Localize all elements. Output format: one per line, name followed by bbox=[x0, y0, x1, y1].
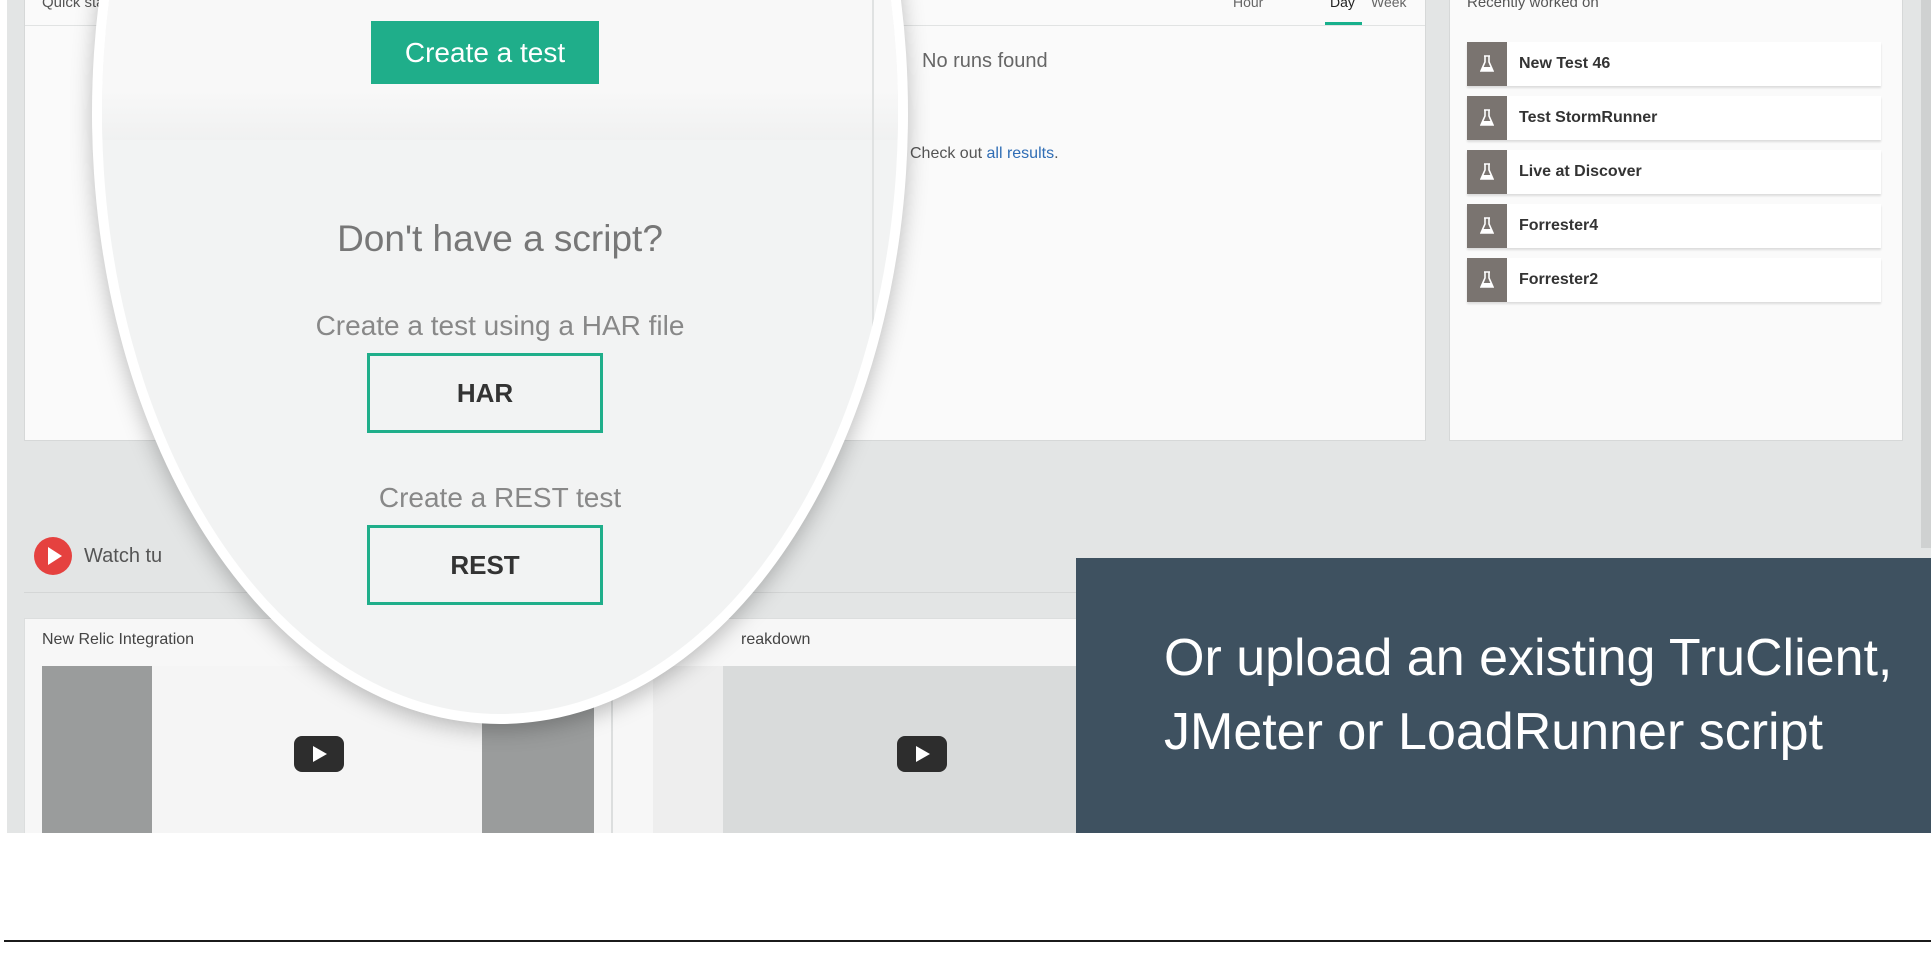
slide-bottom-rule bbox=[4, 940, 1931, 942]
play-circle-icon[interactable] bbox=[34, 537, 72, 575]
flask-icon bbox=[1467, 204, 1507, 248]
lens-panel-edge bbox=[872, 0, 874, 420]
tutorial-card-title: reakdown bbox=[741, 631, 811, 648]
flask-icon bbox=[1467, 42, 1507, 86]
watch-tutorials-link[interactable]: Watch tu bbox=[84, 545, 162, 568]
active-range-indicator bbox=[1325, 22, 1362, 25]
dont-have-script-heading: Don't have a script? bbox=[337, 218, 663, 259]
recent-item-label: New Test 46 bbox=[1519, 55, 1611, 72]
callout-line-1: Or upload an existing TruClient, bbox=[1164, 629, 1893, 687]
check-out-text: Check out all results. bbox=[910, 145, 1059, 163]
recent-item-new-test-46[interactable]: New Test 46 bbox=[1467, 42, 1881, 86]
rest-button[interactable]: REST bbox=[367, 525, 603, 605]
har-caption: Create a test using a HAR file bbox=[315, 310, 685, 341]
all-results-link[interactable]: all results bbox=[986, 145, 1054, 162]
recently-worked-on-title: Recently worked on bbox=[1467, 0, 1599, 11]
app-screenshot: Quick start Hour Day Week No runs found … bbox=[0, 0, 1931, 833]
har-button[interactable]: HAR bbox=[367, 353, 603, 433]
check-out-suffix: . bbox=[1054, 145, 1059, 162]
youtube-play-icon[interactable] bbox=[294, 736, 344, 772]
thumbnail-sidebar bbox=[653, 666, 723, 833]
recent-item-live-at-discover[interactable]: Live at Discover bbox=[1467, 150, 1881, 194]
recent-item-label: Test StormRunner bbox=[1519, 109, 1658, 126]
create-test-button[interactable]: Create a test bbox=[371, 21, 599, 84]
recent-item-label: Forrester4 bbox=[1519, 217, 1599, 234]
check-out-prefix: Check out bbox=[910, 145, 987, 162]
recent-item-forrester2[interactable]: Forrester2 bbox=[1467, 258, 1881, 302]
recently-worked-on-panel: Recently worked on New Test 46 Test Stor… bbox=[1449, 0, 1903, 441]
recent-item-forrester4[interactable]: Forrester4 bbox=[1467, 204, 1881, 248]
tutorial-card-title: New Relic Integration bbox=[42, 631, 195, 648]
callout-line-2: JMeter or LoadRunner script bbox=[1164, 703, 1823, 761]
upload-script-callout: Or upload an existing TruClient, JMeter … bbox=[1076, 558, 1931, 833]
page-scrollbar[interactable] bbox=[1921, 0, 1931, 548]
recent-item-test-stormrunner[interactable]: Test StormRunner bbox=[1467, 96, 1881, 140]
range-tab-hour[interactable]: Hour bbox=[1233, 0, 1263, 10]
flask-icon bbox=[1467, 150, 1507, 194]
recent-item-label: Live at Discover bbox=[1519, 163, 1642, 180]
range-tab-week[interactable]: Week bbox=[1371, 0, 1407, 10]
recent-item-label: Forrester2 bbox=[1519, 271, 1599, 288]
flask-icon bbox=[1467, 96, 1507, 140]
range-tab-day[interactable]: Day bbox=[1330, 0, 1355, 10]
youtube-play-icon[interactable] bbox=[897, 736, 947, 772]
rest-caption: Create a REST test bbox=[378, 482, 622, 513]
no-runs-message: No runs found bbox=[922, 50, 1048, 72]
flask-icon bbox=[1467, 258, 1507, 302]
